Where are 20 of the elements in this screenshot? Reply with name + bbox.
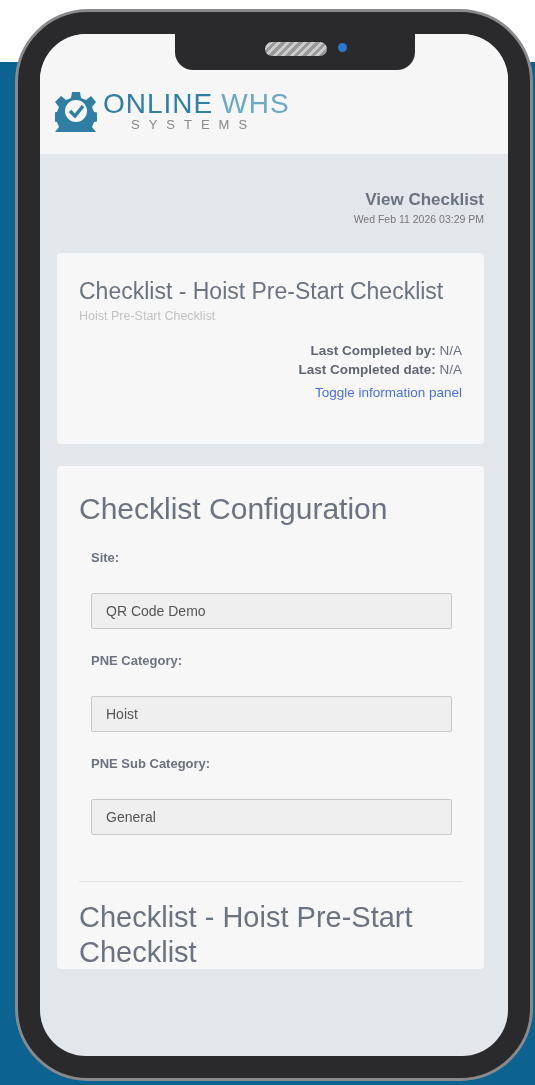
camera-icon	[338, 43, 347, 52]
detail-text: Last Completed date: N/A	[298, 361, 462, 377]
section-title: Checklist - Hoist Pre-Start Checklist	[79, 899, 414, 970]
input-field[interactable]: QR Code Demo	[91, 592, 452, 629]
page-title: View Checklist	[365, 190, 484, 210]
detail-text: Last Completed by: N/A	[310, 342, 462, 358]
card-title: Checklist - Hoist Pre-Start Checklist	[79, 277, 445, 306]
toggle-panel-link[interactable]: Toggle information panel	[314, 384, 462, 400]
speaker-icon	[265, 42, 327, 56]
section-title: Checklist Configuration	[79, 491, 389, 526]
logo-text: WHS	[221, 89, 290, 118]
field-label: PNE Sub Category:	[91, 755, 212, 771]
field-label: PNE Category:	[91, 652, 184, 668]
timestamp: Wed Feb 11 2026 03:29 PM	[353, 213, 484, 225]
input-field[interactable]: Hoist	[91, 695, 452, 732]
gear-check-icon	[55, 90, 97, 132]
field-label: Site:	[91, 549, 121, 565]
input-field[interactable]: General	[91, 798, 452, 835]
logo-tagline: SYSTEMS	[131, 117, 258, 132]
logo-text: ONLINE	[103, 89, 214, 118]
